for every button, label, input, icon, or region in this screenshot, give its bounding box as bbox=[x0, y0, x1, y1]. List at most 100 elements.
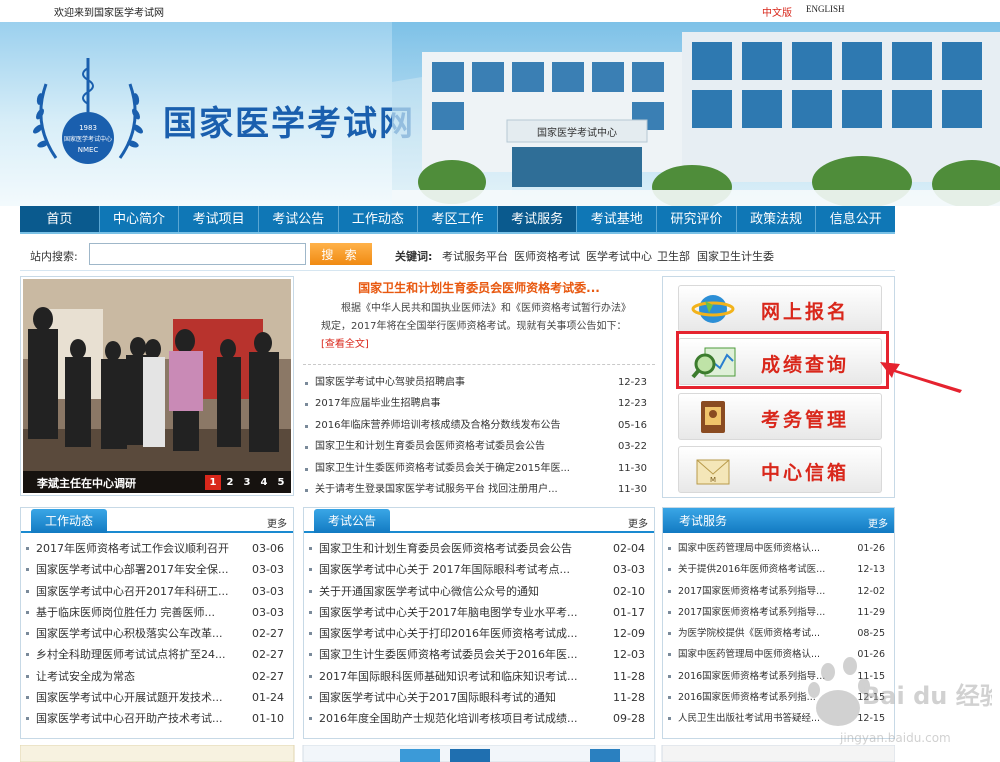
list-item[interactable]: 为医学院校提供《医师资格考试... 08-25 bbox=[668, 623, 889, 644]
keyword-link[interactable]: 卫生部 bbox=[657, 248, 690, 264]
list-item[interactable]: 关于开通国家医学考试中心微信公众号的通知 02-10 bbox=[309, 581, 649, 602]
list-item-title[interactable]: 2017国家医师资格考试系列指导... bbox=[678, 602, 849, 623]
list-item[interactable]: 2017国家医师资格考试系列指导... 11-29 bbox=[668, 602, 889, 623]
list-item-title[interactable]: 国家医学考试中心召开2017年科研工... bbox=[36, 581, 246, 602]
list-item[interactable]: 2016年度全国助产士规范化培训考核项目考试成绩... 09-28 bbox=[309, 708, 649, 729]
view-full-link[interactable]: [查看全文] bbox=[321, 339, 369, 350]
slide-page-button[interactable]: 4 bbox=[256, 475, 272, 490]
list-item-title[interactable]: 国家医学考试中心驾驶员招聘启事 bbox=[315, 372, 605, 393]
list-item-title[interactable]: 国家医学考试中心开展试题开发技术... bbox=[36, 687, 246, 708]
list-item-title[interactable]: 关于提供2016年医师资格考试医... bbox=[678, 559, 849, 580]
keyword-link[interactable]: 医师资格考试 bbox=[514, 248, 580, 264]
list-item-title[interactable]: 让考试安全成为常态 bbox=[36, 666, 246, 687]
list-item[interactable]: 2017年国际眼科医师基础知识考试和临床知识考试... 11-28 bbox=[309, 666, 649, 687]
list-item-title[interactable]: 关于请考生登录国家医学考试服务平台 找回注册用户... bbox=[315, 479, 605, 500]
list-item[interactable]: 让考试安全成为常态 02-27 bbox=[26, 666, 288, 687]
list-item[interactable]: 2017国家医师资格考试系列指导... 12-02 bbox=[668, 581, 889, 602]
nav-exam-items[interactable]: 考试项目 bbox=[179, 206, 259, 232]
nav-news[interactable]: 工作动态 bbox=[339, 206, 419, 232]
list-item-title[interactable]: 国家卫生和计划生育委员会医师资格考试委员会公告 bbox=[315, 436, 605, 457]
more-link[interactable]: 更多 bbox=[628, 515, 648, 530]
list-item[interactable]: 关于请考生登录国家医学考试服务平台 找回注册用户... 11-30 bbox=[305, 479, 651, 500]
search-button[interactable]: 搜 索 bbox=[310, 243, 372, 265]
list-item[interactable]: 国家中医药管理局中医师资格认... 01-26 bbox=[668, 538, 889, 559]
list-item-title[interactable]: 国家医学考试中心关于打印2016年医师资格考试成... bbox=[319, 623, 607, 644]
list-item-title[interactable]: 国家医学考试中心积极落实公车改革... bbox=[36, 623, 246, 644]
list-item[interactable]: 国家医学考试中心积极落实公车改革... 02-27 bbox=[26, 623, 288, 644]
nav-research[interactable]: 研究评价 bbox=[657, 206, 737, 232]
list-item-date: 02-27 bbox=[252, 648, 284, 662]
list-item-title[interactable]: 国家卫生计生委医师资格考试委员会关于2016年医... bbox=[319, 644, 607, 665]
list-item[interactable]: 2016年临床营养师培训考核成绩及合格分数线发布公告 05-16 bbox=[305, 415, 651, 436]
list-item[interactable]: 乡村全科助理医师考试试点将扩至24... 02-27 bbox=[26, 644, 288, 665]
list-item[interactable]: 国家卫生和计划生育委员会医师资格考试委员会公告 02-04 bbox=[309, 538, 649, 559]
nav-exam-base[interactable]: 考试基地 bbox=[577, 206, 658, 232]
slide-page-button[interactable]: 1 bbox=[205, 475, 221, 490]
lang-english-link[interactable]: ENGLISH bbox=[806, 4, 845, 14]
list-item[interactable]: 国家卫生计生委医师资格考试委员会关于确定2015年医... 11-30 bbox=[305, 458, 651, 479]
list-item-date: 03-03 bbox=[252, 563, 284, 577]
list-item-title[interactable]: 国家医学考试中心关于 2017年国际眼科考试考点... bbox=[319, 559, 607, 580]
slide-image bbox=[23, 279, 291, 493]
list-item[interactable]: 2017年应届毕业生招聘启事 12-23 bbox=[305, 393, 651, 414]
slide-page-button[interactable]: 2 bbox=[222, 475, 238, 490]
slideshow-photo[interactable]: 李斌主任在中心调研 1 2 3 4 5 bbox=[23, 279, 291, 493]
exam-affairs-button[interactable]: 考务管理 bbox=[678, 393, 882, 440]
featured-headline[interactable]: 国家卫生和计划生育委员会医师资格考试委... bbox=[303, 279, 655, 296]
slide-page-button[interactable]: 3 bbox=[239, 475, 255, 490]
list-item-title[interactable]: 关于开通国家医学考试中心微信公众号的通知 bbox=[319, 581, 607, 602]
list-item-date: 11-28 bbox=[613, 669, 645, 683]
list-item[interactable]: 关于提供2016年医师资格考试医... 12-13 bbox=[668, 559, 889, 580]
search-input[interactable] bbox=[89, 243, 306, 265]
list-item-title[interactable]: 为医学院校提供《医师资格考试... bbox=[678, 623, 849, 644]
list-item-title[interactable]: 2016年度全国助产士规范化培训考核项目考试成绩... bbox=[319, 708, 607, 729]
list-item[interactable]: 国家医学考试中心召开2017年科研工... 03-03 bbox=[26, 581, 288, 602]
list-item[interactable]: 国家医学考试中心关于2017年脑电图学专业水平考... 01-17 bbox=[309, 602, 649, 623]
list-item[interactable]: 2017年医师资格考试工作会议顺利召开 03-06 bbox=[26, 538, 288, 559]
list-item[interactable]: 国家医学考试中心关于2017国际眼科考试的通知 11-28 bbox=[309, 687, 649, 708]
panel-tab[interactable]: 工作动态 bbox=[31, 509, 108, 533]
list-item[interactable]: 国家卫生和计划生育委员会医师资格考试委员会公告 03-22 bbox=[305, 436, 651, 457]
list-item[interactable]: 国家医学考试中心召开助产技术考试... 01-10 bbox=[26, 708, 288, 729]
list-item[interactable]: 国家医学考试中心驾驶员招聘启事 12-23 bbox=[305, 372, 651, 393]
panel-tab[interactable]: 考试公告 bbox=[314, 509, 391, 533]
list-item-title[interactable]: 国家医学考试中心关于2017年脑电图学专业水平考... bbox=[319, 602, 607, 623]
list-item[interactable]: 基于临床医师岗位胜任力 完善医师... 03-03 bbox=[26, 602, 288, 623]
list-item-title[interactable]: 2017年国际眼科医师基础知识考试和临床知识考试... bbox=[319, 666, 607, 687]
list-item-title[interactable]: 2017国家医师资格考试系列指导... bbox=[678, 581, 849, 602]
nav-about[interactable]: 中心简介 bbox=[100, 206, 180, 232]
keyword-link[interactable]: 国家卫生计生委 bbox=[697, 248, 774, 264]
list-item[interactable]: 国家医学考试中心关于打印2016年医师资格考试成... 12-09 bbox=[309, 623, 649, 644]
list-item-title[interactable]: 国家卫生计生委医师资格考试委员会关于确定2015年医... bbox=[315, 458, 605, 479]
nav-policy[interactable]: 政策法规 bbox=[737, 206, 817, 232]
nav-exam-service[interactable]: 考试服务 bbox=[497, 206, 578, 232]
list-item-title[interactable]: 基于临床医师岗位胜任力 完善医师... bbox=[36, 602, 246, 623]
nav-public-info[interactable]: 信息公开 bbox=[816, 206, 895, 232]
list-item-title[interactable]: 2017年医师资格考试工作会议顺利召开 bbox=[36, 538, 246, 559]
list-item[interactable]: 国家医学考试中心关于 2017年国际眼科考试考点... 03-03 bbox=[309, 559, 649, 580]
list-item[interactable]: 国家医学考试中心开展试题开发技术... 01-24 bbox=[26, 687, 288, 708]
keyword-link[interactable]: 医学考试中心 bbox=[586, 248, 652, 264]
list-item[interactable]: 国家卫生计生委医师资格考试委员会关于2016年医... 12-03 bbox=[309, 644, 649, 665]
slide-page-button[interactable]: 5 bbox=[273, 475, 289, 490]
list-item-title[interactable]: 国家医学考试中心关于2017国际眼科考试的通知 bbox=[319, 687, 607, 708]
list-item-title[interactable]: 乡村全科助理医师考试试点将扩至24... bbox=[36, 644, 246, 665]
online-registration-button[interactable]: 网上报名 bbox=[678, 285, 882, 332]
more-link[interactable]: 更多 bbox=[868, 515, 888, 530]
nmec-logo[interactable]: 1983 国家医学考试中心 NMEC bbox=[26, 54, 150, 181]
nav-home[interactable]: 首页 bbox=[20, 206, 100, 232]
list-item-title[interactable]: 2017年应届毕业生招聘启事 bbox=[315, 393, 605, 414]
list-item-title[interactable]: 国家医学考试中心召开助产技术考试... bbox=[36, 708, 246, 729]
list-item-title[interactable]: 2016年临床营养师培训考核成绩及合格分数线发布公告 bbox=[315, 415, 605, 436]
keyword-link[interactable]: 考试服务平台 bbox=[442, 248, 508, 264]
list-item-title[interactable]: 国家医学考试中心部署2017年安全保... bbox=[36, 559, 246, 580]
list-item-title[interactable]: 国家中医药管理局中医师资格认... bbox=[678, 538, 849, 559]
more-link[interactable]: 更多 bbox=[267, 515, 287, 530]
panel-tab[interactable]: 考试服务 bbox=[665, 509, 741, 533]
list-item[interactable]: 国家医学考试中心部署2017年安全保... 03-03 bbox=[26, 559, 288, 580]
list-item-title[interactable]: 国家卫生和计划生育委员会医师资格考试委员会公告 bbox=[319, 538, 607, 559]
nav-district-work[interactable]: 考区工作 bbox=[418, 206, 498, 232]
nav-announcements[interactable]: 考试公告 bbox=[259, 206, 339, 232]
lang-chinese-link[interactable]: 中文版 bbox=[762, 4, 792, 19]
center-mailbox-button[interactable]: M 中心信箱 bbox=[678, 446, 882, 493]
